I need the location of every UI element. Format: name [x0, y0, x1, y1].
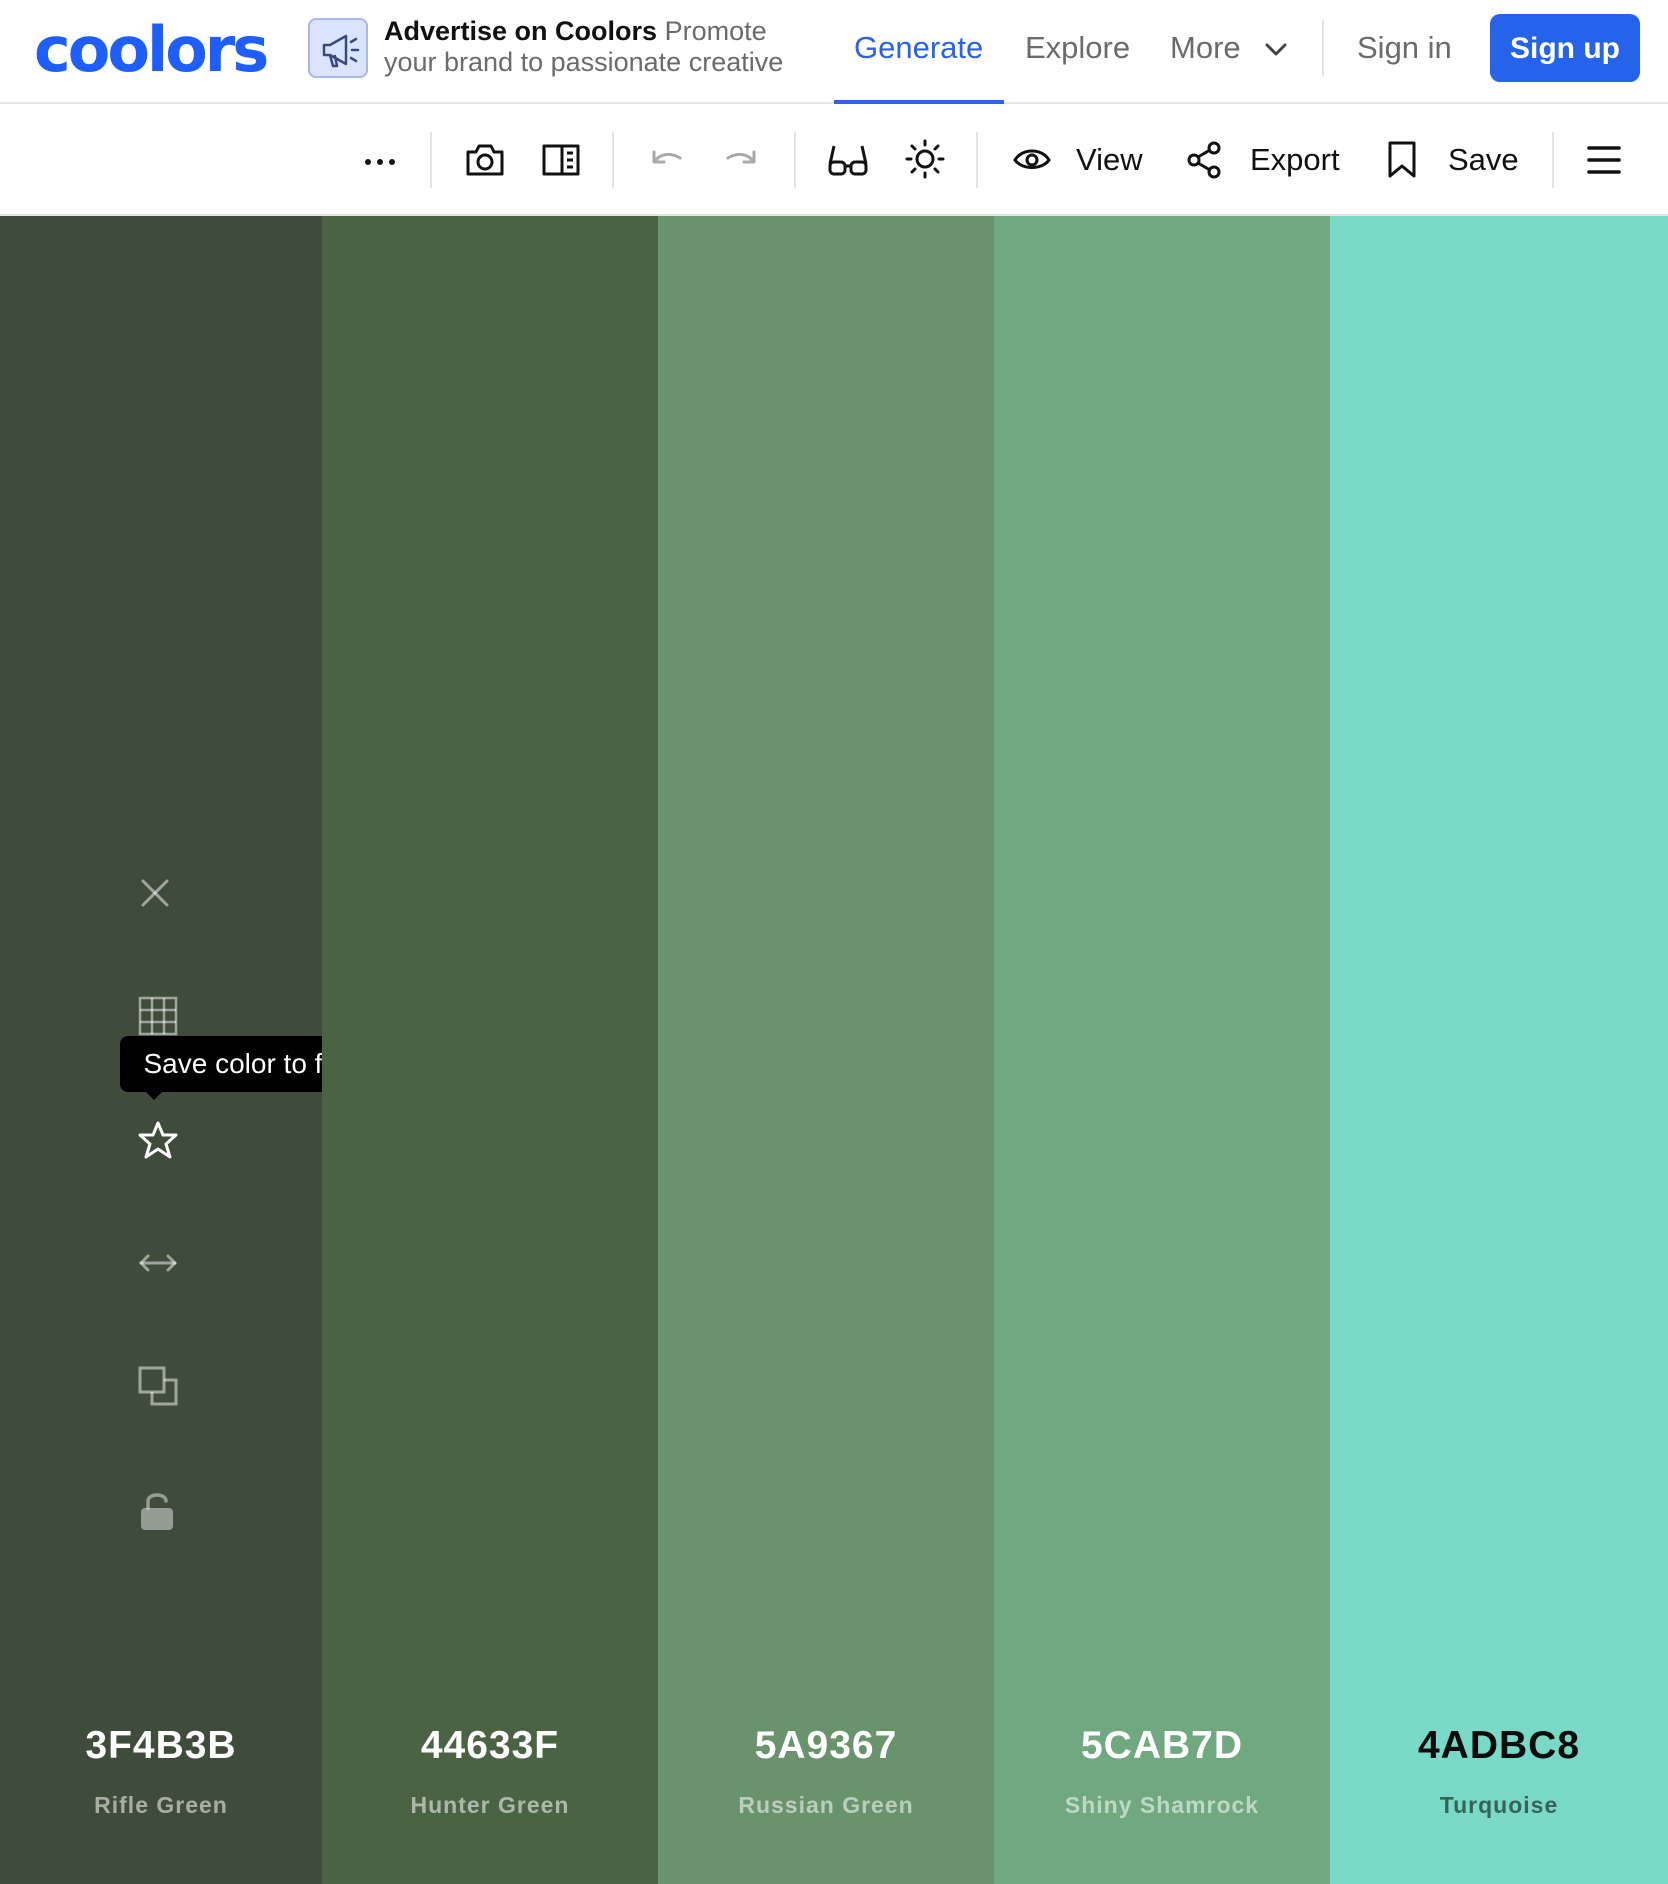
menu-icon[interactable]: [1584, 138, 1624, 178]
tooltip-arrow: [144, 1090, 164, 1100]
toolbar-divider: [1552, 132, 1554, 188]
export-button[interactable]: Export: [1250, 140, 1340, 180]
sign-up-button[interactable]: Sign up: [1490, 14, 1640, 82]
palette-toolbar: View Export Save: [0, 104, 1668, 216]
color-name: Shiny Shamrock: [1064, 1792, 1260, 1818]
color-name: Hunter Green: [410, 1792, 570, 1818]
top-navigation: coolors Advertise on Coolors Promote you…: [0, 0, 1668, 104]
toolbar-divider: [976, 132, 978, 188]
coolors-logo[interactable]: coolors: [34, 19, 269, 81]
undo-icon[interactable]: [646, 138, 686, 178]
hex-code[interactable]: 44633F: [322, 1724, 658, 1768]
chevron-down-icon[interactable]: [1262, 36, 1290, 64]
color-swatch[interactable]: 5CAB7D Shiny Shamrock: [994, 216, 1330, 1884]
nav-more[interactable]: More: [1170, 28, 1241, 68]
star-icon[interactable]: [138, 1120, 178, 1160]
color-name: Russian Green: [738, 1792, 914, 1818]
brightness-icon[interactable]: [904, 138, 946, 180]
toolbar-divider: [794, 132, 796, 188]
color-palette: 3F4B3B Rifle Green Save color to favorit…: [0, 216, 1668, 1884]
glasses-icon[interactable]: [826, 138, 870, 180]
color-swatch[interactable]: 4ADBC8 Turquoise: [1330, 216, 1668, 1884]
color-swatch[interactable]: 5A9367 Russian Green: [658, 216, 994, 1884]
nav-divider: [1322, 20, 1324, 76]
hex-code[interactable]: 3F4B3B: [0, 1724, 322, 1768]
ad-megaphone-icon[interactable]: [308, 18, 368, 78]
layout-icon[interactable]: [540, 138, 582, 180]
toolbar-divider: [612, 132, 614, 188]
sign-in-link[interactable]: Sign in: [1357, 28, 1452, 68]
ad-banner-text[interactable]: Advertise on Coolors Promote your brand …: [384, 16, 824, 78]
eye-icon[interactable]: [1012, 138, 1052, 178]
unlock-icon[interactable]: [138, 1490, 176, 1532]
bookmark-icon[interactable]: [1382, 138, 1422, 180]
toolbar-divider: [430, 132, 432, 188]
more-dots-icon[interactable]: [360, 138, 400, 178]
camera-icon[interactable]: [464, 138, 506, 180]
close-icon[interactable]: [138, 876, 172, 910]
color-swatch[interactable]: 44633F Hunter Green: [322, 216, 658, 1884]
redo-icon[interactable]: [722, 138, 762, 178]
view-button[interactable]: View: [1076, 140, 1143, 180]
shades-grid-icon[interactable]: [138, 996, 178, 1036]
share-icon[interactable]: [1184, 138, 1226, 180]
save-button[interactable]: Save: [1448, 140, 1519, 180]
hex-code[interactable]: 5A9367: [658, 1724, 994, 1768]
ad-title: Advertise on Coolors: [384, 16, 658, 46]
hex-code[interactable]: 5CAB7D: [994, 1724, 1330, 1768]
drag-arrows-icon[interactable]: [138, 1246, 178, 1280]
color-name: Turquoise: [1439, 1792, 1559, 1818]
nav-explore[interactable]: Explore: [1025, 28, 1130, 68]
nav-generate[interactable]: Generate: [854, 28, 983, 68]
color-swatch[interactable]: 3F4B3B Rifle Green Save color to favorit…: [0, 216, 444, 1884]
copy-icon[interactable]: [138, 1366, 178, 1406]
hex-code[interactable]: 4ADBC8: [1330, 1724, 1668, 1768]
color-name: Rifle Green: [94, 1792, 228, 1818]
